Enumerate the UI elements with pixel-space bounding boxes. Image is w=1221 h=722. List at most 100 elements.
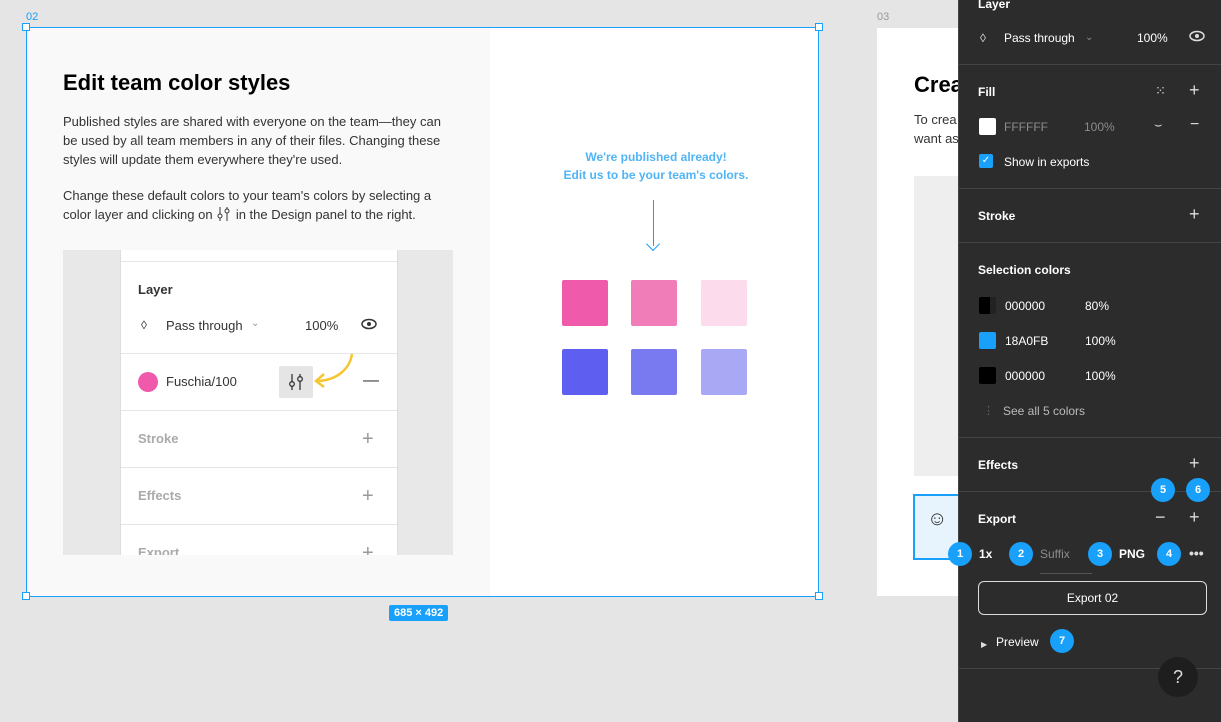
annotation-badge-3: 3: [1088, 542, 1112, 566]
description-paragraph-2[interactable]: Change these default colors to your team…: [63, 186, 458, 224]
layer-title: Layer: [978, 0, 1011, 11]
add-effect-plus-icon[interactable]: +: [1189, 454, 1200, 472]
plus-icon: +: [362, 542, 374, 555]
fill-opacity-input[interactable]: 100%: [1084, 120, 1115, 134]
selection-color-opacity-3[interactable]: 100%: [1085, 369, 1116, 383]
add-fill-plus-icon[interactable]: +: [1189, 81, 1200, 99]
annotation-badge-4: 4: [1157, 542, 1181, 566]
drop-icon: ◊: [141, 318, 147, 332]
mock-stroke-row: Stroke +: [121, 411, 397, 468]
mock-layer-section: Layer ◊ Pass through ⌄ 100%: [121, 262, 397, 354]
hidden-eye-icon[interactable]: ⌣: [1154, 117, 1163, 133]
design-panel-mockup[interactable]: Layer ◊ Pass through ⌄ 100% Fuschia/100 …: [63, 250, 453, 555]
fill-hex-input[interactable]: FFFFFF: [1004, 120, 1048, 134]
fill-color-swatch[interactable]: [979, 118, 996, 135]
effects-section: Effects +: [959, 438, 1221, 492]
show-in-exports-checkbox[interactable]: ✓: [979, 154, 993, 168]
annotation-badge-2: 2: [1009, 542, 1033, 566]
smiley-icon: ☺: [927, 508, 948, 530]
annotation-badge-1: 1: [948, 542, 972, 566]
stroke-title: Stroke: [978, 209, 1016, 223]
annotation-badge-7: 7: [1050, 629, 1074, 653]
color-swatch-4[interactable]: [562, 349, 608, 395]
export-scale-input[interactable]: 1x: [979, 547, 992, 561]
style-grid-icon[interactable]: ⁙: [1155, 83, 1166, 99]
see-all-colors-link[interactable]: See all 5 colors: [1003, 404, 1085, 418]
preview-toggle[interactable]: Preview: [996, 635, 1039, 649]
add-stroke-plus-icon[interactable]: +: [1189, 205, 1200, 223]
mock-export-row: Export +: [121, 525, 397, 555]
mock-blend-mode: Pass through: [166, 318, 243, 333]
color-swatch-3[interactable]: [701, 280, 747, 326]
paragraph-2-text-end: in the Design panel to the right.: [235, 207, 416, 222]
export-format-dropdown[interactable]: PNG: [1119, 547, 1145, 561]
frame-03-text-1: To crea: [914, 112, 957, 127]
chevron-down-icon: ⌄: [251, 318, 260, 329]
show-in-exports-label: Show in exports: [1004, 155, 1090, 169]
frame-03-title: Crea: [914, 72, 963, 97]
blend-mode-dropdown[interactable]: Pass through: [1004, 31, 1075, 45]
frame-02[interactable]: Edit team color styles Published styles …: [26, 28, 819, 596]
selection-color-opacity-2[interactable]: 100%: [1085, 334, 1116, 348]
export-button[interactable]: Export 02: [978, 581, 1207, 615]
more-horizontal-icon[interactable]: •••: [1189, 545, 1204, 561]
color-swatch-5[interactable]: [631, 349, 677, 395]
mock-top-divider: [121, 250, 397, 262]
remove-fill-minus-icon[interactable]: −: [1190, 117, 1199, 133]
color-swatch-1[interactable]: [562, 280, 608, 326]
remove-export-minus-icon[interactable]: −: [1155, 508, 1166, 526]
mock-stroke-label: Stroke: [138, 431, 179, 446]
size-badge: 685 × 492: [389, 605, 449, 621]
export-suffix-input[interactable]: Suffix: [1040, 547, 1092, 574]
frame-label-03[interactable]: 03: [877, 11, 889, 23]
frame-label-02[interactable]: 02: [26, 11, 38, 23]
mock-export-label: Export: [138, 545, 180, 555]
down-arrow-head: [645, 236, 661, 252]
mock-effects-label: Effects: [138, 488, 182, 503]
add-export-plus-icon[interactable]: +: [1189, 508, 1200, 526]
eye-icon: [361, 318, 377, 333]
resize-handle-bottom-left[interactable]: [22, 592, 30, 600]
help-button[interactable]: ?: [1158, 657, 1198, 697]
color-swatch-2[interactable]: [631, 280, 677, 326]
caret-right-icon[interactable]: ▶: [981, 637, 987, 653]
selection-color-swatch-1[interactable]: [979, 297, 996, 314]
color-swatch-6[interactable]: [701, 349, 747, 395]
selection-color-opacity-1[interactable]: 80%: [1085, 299, 1109, 313]
export-title: Export: [978, 512, 1017, 526]
annotation-badge-5: 5: [1151, 478, 1175, 502]
plus-icon: +: [362, 428, 374, 450]
selection-color-hex-2[interactable]: 18A0FB: [1005, 334, 1048, 348]
selection-color-hex-3[interactable]: 000000: [1005, 369, 1045, 383]
fill-title: Fill: [978, 85, 996, 99]
mock-fill-swatch: [138, 372, 158, 392]
layer-section: Layer ◊ Pass through ⌄ 100%: [959, 0, 1221, 65]
frame-03-text-2: want as: [914, 131, 959, 146]
drop-icon: ◊: [980, 31, 986, 45]
selection-color-swatch-2[interactable]: [979, 332, 996, 349]
callout-line-1: We're published already!: [585, 150, 727, 164]
minus-icon: —: [363, 372, 379, 389]
chevron-down-icon[interactable]: ⌄: [1085, 30, 1093, 46]
selection-colors-section: Selection colors 000000 80% 18A0FB 100% …: [959, 243, 1221, 438]
resize-handle-top-right[interactable]: [815, 23, 823, 31]
design-panel[interactable]: Layer ◊ Pass through ⌄ 100% Fill ⁙ + FFF…: [948, 0, 1221, 722]
mock-opacity: 100%: [305, 318, 339, 333]
effects-title: Effects: [978, 458, 1019, 472]
selection-color-swatch-3[interactable]: [979, 367, 996, 384]
yellow-pointer-arrow-icon: [306, 353, 356, 399]
mock-panel: Layer ◊ Pass through ⌄ 100% Fuschia/100 …: [120, 250, 398, 555]
resize-handle-bottom-right[interactable]: [815, 592, 823, 600]
eye-icon[interactable]: [1189, 30, 1205, 46]
layer-opacity-input[interactable]: 100%: [1137, 31, 1168, 45]
selection-color-hex-1[interactable]: 000000: [1005, 299, 1045, 313]
resize-handle-top-left[interactable]: [22, 23, 30, 31]
callout-line-2: Edit us to be your team's colors.: [563, 168, 749, 182]
stroke-section: Stroke +: [959, 189, 1221, 243]
description-paragraph-1[interactable]: Published styles are shared with everyon…: [63, 112, 458, 169]
selection-colors-title: Selection colors: [978, 263, 1071, 277]
fill-section: Fill ⁙ + FFFFFF 100% ⌣ − ✓ Show in expor…: [959, 65, 1221, 189]
callout-text[interactable]: We're published already! Edit us to be y…: [556, 148, 756, 184]
mock-effects-row: Effects +: [121, 468, 397, 525]
page-title[interactable]: Edit team color styles: [63, 70, 290, 96]
